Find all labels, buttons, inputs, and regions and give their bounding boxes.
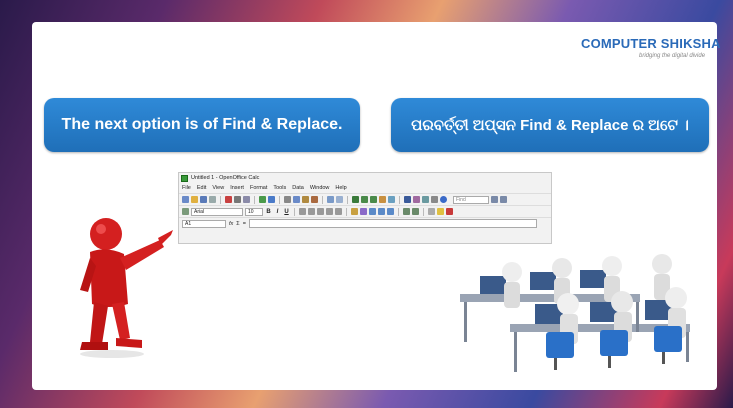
percent-icon[interactable] bbox=[360, 208, 367, 215]
menu-tools[interactable]: Tools bbox=[273, 185, 286, 191]
standard-toolbar: Find bbox=[179, 193, 551, 205]
find-previous-icon[interactable] bbox=[500, 196, 507, 203]
formatting-toolbar: Arial 10 B I U bbox=[179, 205, 551, 217]
underline-button[interactable]: U bbox=[283, 209, 290, 215]
cut-icon[interactable] bbox=[284, 196, 291, 203]
align-left-icon[interactable] bbox=[299, 208, 306, 215]
calc-title: Untitled 1 - OpenOffice Calc bbox=[191, 175, 260, 181]
function-wizard-icon[interactable]: fx bbox=[229, 221, 233, 227]
sort-desc-icon[interactable] bbox=[370, 196, 377, 203]
calc-window-screenshot: Untitled 1 - OpenOffice Calc File Edit V… bbox=[178, 172, 552, 244]
menu-format[interactable]: Format bbox=[250, 185, 267, 191]
menu-window[interactable]: Window bbox=[310, 185, 330, 191]
gallery-icon[interactable] bbox=[422, 196, 429, 203]
bold-button[interactable]: B bbox=[265, 209, 272, 215]
page-preview-icon[interactable] bbox=[243, 196, 250, 203]
logo-text: COMPUTER SHIKSHA bbox=[581, 36, 721, 51]
formula-bar: A1 fx Σ = bbox=[179, 217, 551, 229]
menu-file[interactable]: File bbox=[182, 185, 191, 191]
menu-edit[interactable]: Edit bbox=[197, 185, 206, 191]
print-icon[interactable] bbox=[234, 196, 241, 203]
background-color-icon[interactable] bbox=[437, 208, 444, 215]
computer-shiksha-logo: COMPUTER SHIKSHA bridging the digital di… bbox=[581, 36, 721, 64]
font-color-icon[interactable] bbox=[446, 208, 453, 215]
english-caption: The next option is of Find & Replace. bbox=[44, 98, 360, 152]
undo-icon[interactable] bbox=[327, 196, 334, 203]
align-center-icon[interactable] bbox=[308, 208, 315, 215]
calc-titlebar: Untitled 1 - OpenOffice Calc bbox=[179, 173, 551, 183]
pointing-figure-illustration bbox=[80, 218, 173, 358]
name-box[interactable]: A1 bbox=[182, 219, 226, 228]
styles-icon[interactable] bbox=[182, 208, 189, 215]
menu-insert[interactable]: Insert bbox=[230, 185, 244, 191]
menu-data[interactable]: Data bbox=[292, 185, 304, 191]
help-icon[interactable] bbox=[440, 196, 447, 203]
font-name-select[interactable]: Arial bbox=[191, 207, 243, 216]
spellcheck-icon[interactable] bbox=[259, 196, 266, 203]
justify-icon[interactable] bbox=[326, 208, 333, 215]
logo-tagline: bridging the digital divide bbox=[639, 53, 706, 59]
calc-menubar: File Edit View Insert Format Tools Data … bbox=[179, 183, 551, 193]
find-replace-icon[interactable] bbox=[404, 196, 411, 203]
computer-lab-illustration bbox=[460, 254, 690, 372]
save-icon[interactable] bbox=[200, 196, 207, 203]
italic-button[interactable]: I bbox=[274, 209, 281, 215]
slide: COMPUTER SHIKSHA bridging the digital di… bbox=[32, 22, 721, 390]
draw-icon[interactable] bbox=[388, 196, 395, 203]
open-icon[interactable] bbox=[191, 196, 198, 203]
menu-help[interactable]: Help bbox=[335, 185, 346, 191]
clone-format-icon[interactable] bbox=[311, 196, 318, 203]
find-next-icon[interactable] bbox=[491, 196, 498, 203]
delete-decimal-icon[interactable] bbox=[387, 208, 394, 215]
chart-icon[interactable] bbox=[379, 196, 386, 203]
navigator-icon[interactable] bbox=[413, 196, 420, 203]
currency-icon[interactable] bbox=[351, 208, 358, 215]
borders-icon[interactable] bbox=[428, 208, 435, 215]
odia-caption: ପରବର୍ତ୍ତୀ ଅପ୍ସନ Find & Replace ର ଅଟେ । bbox=[391, 98, 709, 152]
hyperlink-icon[interactable] bbox=[352, 196, 359, 203]
redo-icon[interactable] bbox=[336, 196, 343, 203]
number-format-icon[interactable] bbox=[369, 208, 376, 215]
decrease-indent-icon[interactable] bbox=[403, 208, 410, 215]
function-icon[interactable]: = bbox=[243, 221, 246, 227]
increase-indent-icon[interactable] bbox=[412, 208, 419, 215]
sum-icon[interactable]: Σ bbox=[236, 221, 239, 227]
merge-cells-icon[interactable] bbox=[335, 208, 342, 215]
align-right-icon[interactable] bbox=[317, 208, 324, 215]
zoom-icon[interactable] bbox=[431, 196, 438, 203]
sort-asc-icon[interactable] bbox=[361, 196, 368, 203]
paste-icon[interactable] bbox=[302, 196, 309, 203]
new-doc-icon[interactable] bbox=[182, 196, 189, 203]
export-pdf-icon[interactable] bbox=[225, 196, 232, 203]
formula-input[interactable] bbox=[248, 219, 537, 228]
add-decimal-icon[interactable] bbox=[378, 208, 385, 215]
autospell-icon[interactable] bbox=[268, 196, 275, 203]
find-input[interactable]: Find bbox=[453, 195, 489, 204]
font-size-select[interactable]: 10 bbox=[245, 207, 263, 216]
copy-icon[interactable] bbox=[293, 196, 300, 203]
menu-view[interactable]: View bbox=[212, 185, 224, 191]
email-icon[interactable] bbox=[209, 196, 216, 203]
calc-app-icon bbox=[181, 174, 188, 182]
